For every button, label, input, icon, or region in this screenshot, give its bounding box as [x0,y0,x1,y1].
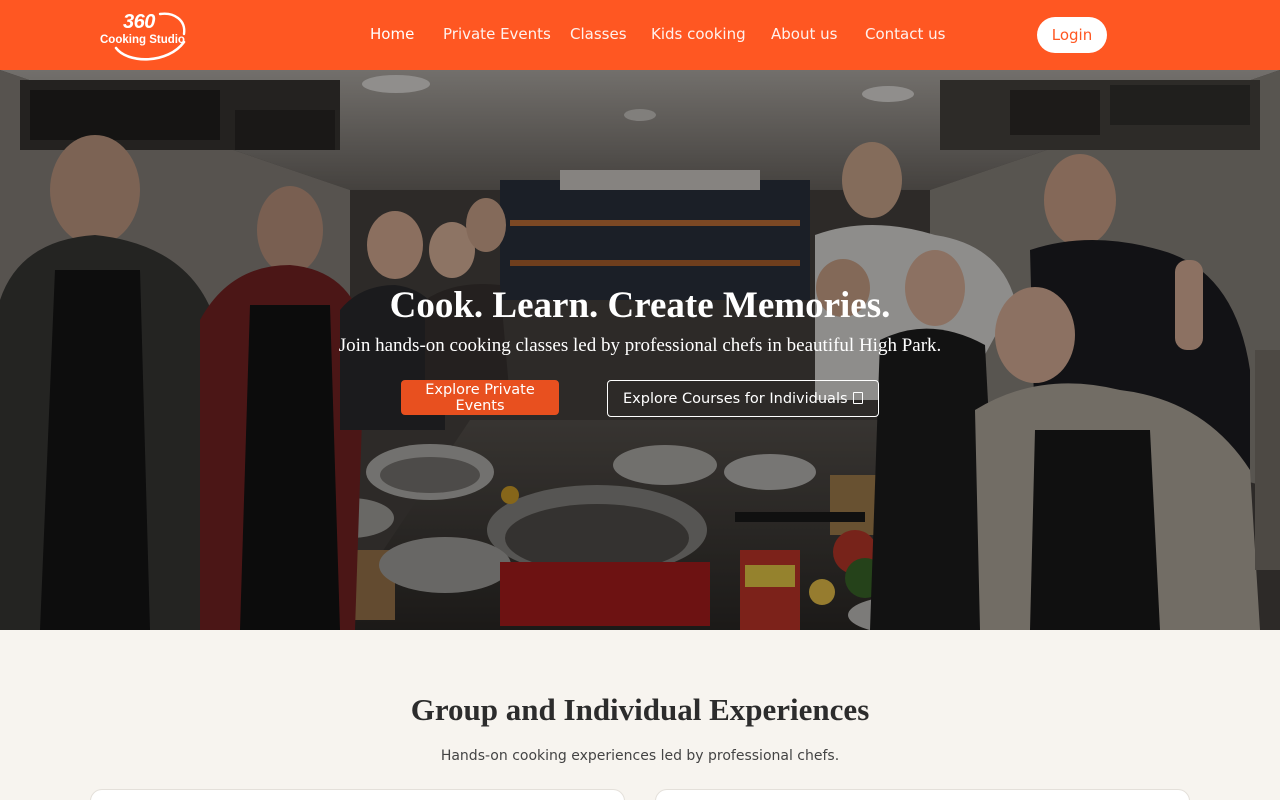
explore-courses-label: Explore Courses for Individuals [623,390,848,407]
experience-card-individual[interactable] [655,789,1190,800]
nav-contact-us[interactable]: Contact us [865,25,945,43]
explore-courses-button[interactable]: Explore Courses for Individuals [607,380,879,417]
nav-home[interactable]: Home [370,25,414,43]
hero-subtitle: Join hands-on cooking classes led by pro… [338,335,942,356]
nav-classes[interactable]: Classes [570,25,627,43]
nav-about-us[interactable]: About us [771,25,837,43]
explore-private-events-button[interactable]: Explore Private Events [401,380,559,415]
hero-section: Cook. Learn. Create Memories. Join hands… [0,70,1280,630]
experiences-subtitle: Hands-on cooking experiences led by prof… [440,748,840,764]
nav-kids-cooking[interactable]: Kids cooking [651,25,746,43]
external-link-icon [853,392,863,404]
hero-title: Cook. Learn. Create Memories. [389,285,891,326]
experience-card-group[interactable] [90,789,625,800]
login-button[interactable]: Login [1037,17,1107,53]
site-header: 360 Cooking Studio Home Private Events C… [0,0,1280,70]
nav-private-events[interactable]: Private Events [443,25,551,43]
experiences-heading: Group and Individual Experiences [410,692,870,727]
